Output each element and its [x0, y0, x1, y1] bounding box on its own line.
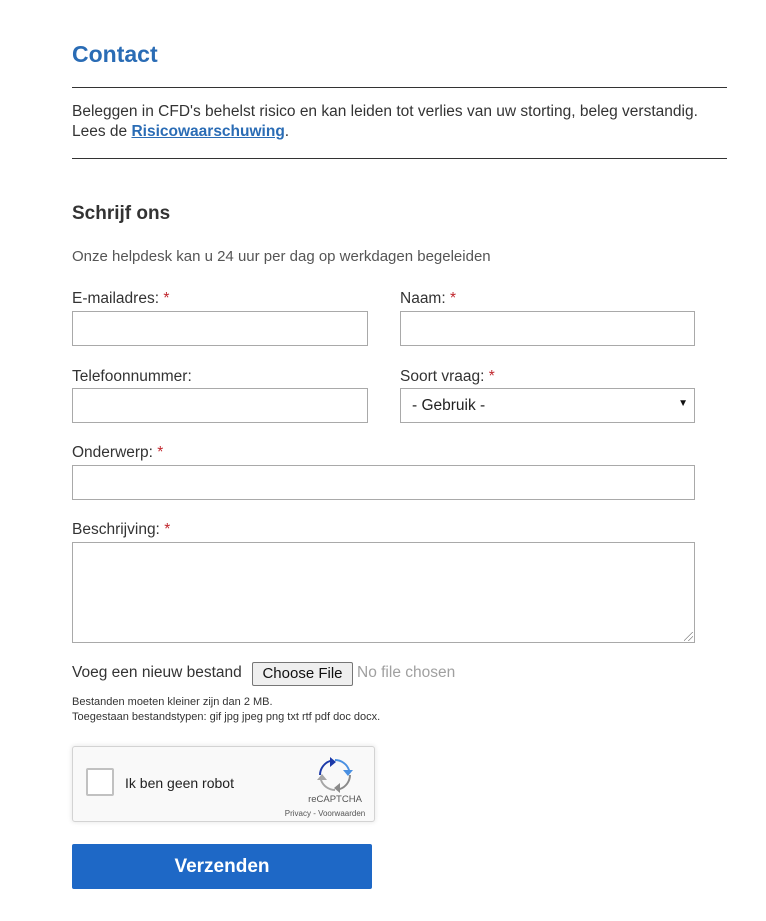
file-label: Voeg een nieuw bestand: [72, 664, 242, 681]
chevron-down-icon: ▼: [678, 398, 688, 409]
phone-input[interactable]: [72, 388, 368, 423]
question-type-selected: - Gebruik -: [412, 397, 486, 414]
required-mark: *: [157, 444, 164, 461]
name-label: Naam: *: [400, 290, 456, 308]
email-label: E-mailadres: *: [72, 290, 169, 308]
recaptcha-checkbox[interactable]: [86, 768, 114, 796]
name-input[interactable]: [400, 311, 695, 346]
form-subtitle: Onze helpdesk kan u 24 uur per dag op we…: [72, 248, 491, 265]
question-type-label: Soort vraag: *: [400, 368, 495, 386]
required-mark: *: [163, 290, 170, 307]
file-types-help: Toegestaan bestandstypen: gif jpg jpeg p…: [72, 711, 381, 723]
description-label-text: Beschrijving:: [72, 521, 160, 538]
submit-button[interactable]: Verzenden: [72, 844, 372, 889]
resize-handle-icon[interactable]: [684, 632, 693, 641]
risk-warning: Beleggen in CFD's behelst risico en kan …: [72, 102, 732, 142]
required-mark: *: [164, 521, 171, 538]
form-title: Schrijf ons: [72, 203, 171, 224]
recaptcha-label: Ik ben geen robot: [125, 775, 234, 791]
email-label-text: E-mailadres:: [72, 290, 159, 307]
subject-label-text: Onderwerp:: [72, 444, 153, 461]
file-status: No file chosen: [357, 664, 456, 681]
email-input[interactable]: [72, 311, 368, 346]
subject-input[interactable]: [72, 465, 695, 500]
description-textarea[interactable]: [72, 542, 695, 643]
subject-label: Onderwerp: *: [72, 444, 163, 462]
divider-top: [72, 87, 727, 88]
recaptcha-brand: reCAPTCHA: [308, 794, 362, 805]
question-type-label-text: Soort vraag:: [400, 368, 485, 385]
choose-file-button[interactable]: Choose File: [252, 662, 353, 686]
recaptcha-terms-link[interactable]: Privacy - Voorwaarden: [273, 809, 377, 818]
page-title: Contact: [72, 41, 158, 67]
name-label-text: Naam:: [400, 290, 446, 307]
description-label: Beschrijving: *: [72, 521, 170, 539]
phone-label-text: Telefoonnummer:: [72, 368, 192, 385]
divider-bottom: [72, 158, 727, 159]
question-type-select[interactable]: - Gebruik - ▼: [400, 388, 695, 423]
required-mark: *: [449, 290, 457, 307]
recaptcha-logo-icon: [317, 757, 353, 793]
required-mark: *: [488, 368, 495, 385]
risk-warning-end: .: [284, 123, 290, 140]
file-size-help: Bestanden moeten kleiner zijn dan 2 MB.: [72, 696, 273, 708]
recaptcha-widget: Ik ben geen robot reCAPTCHA Privacy - Vo…: [72, 746, 375, 822]
phone-label: Telefoonnummer:: [72, 368, 192, 386]
risk-warning-link[interactable]: Risicowaarschuwing: [131, 123, 284, 140]
